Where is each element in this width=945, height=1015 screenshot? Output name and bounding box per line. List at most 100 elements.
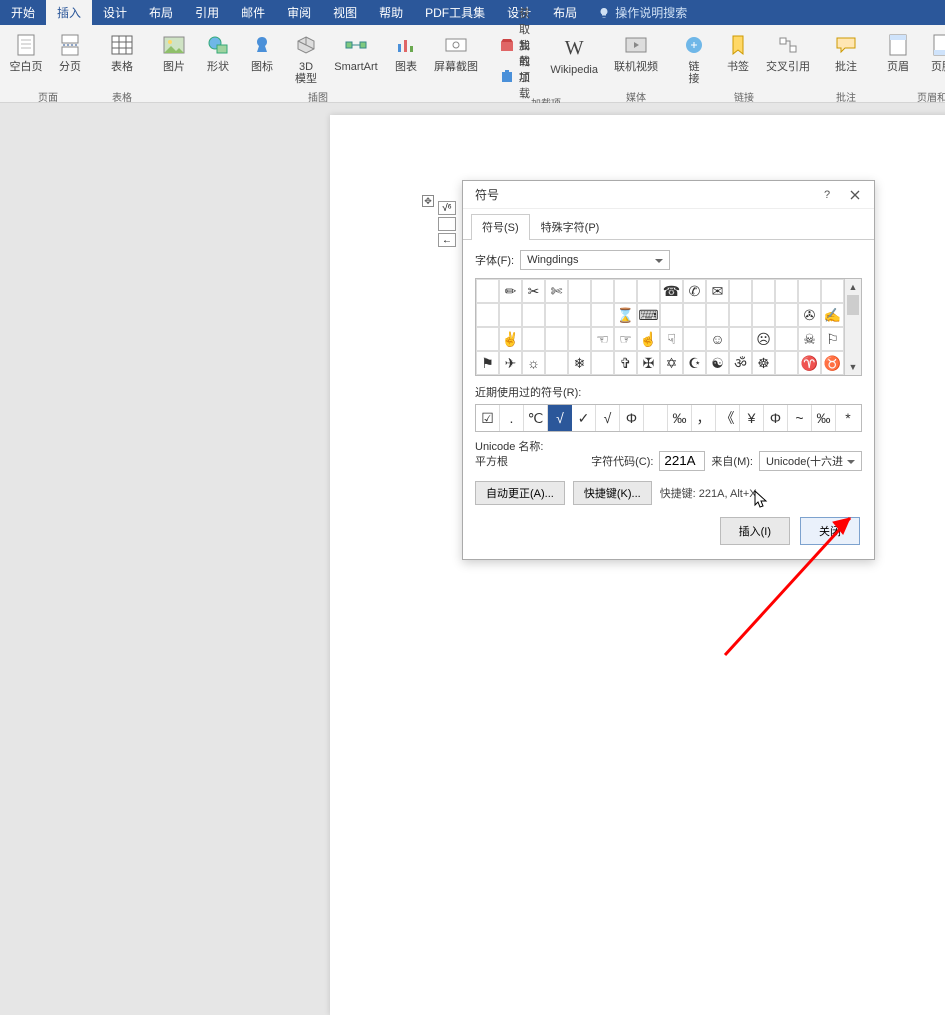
page-break-button[interactable]: 分页: [50, 29, 90, 87]
recent-symbol-cell[interactable]: [644, 405, 668, 431]
symbol-cell[interactable]: [775, 351, 798, 375]
symbol-cell[interactable]: [706, 303, 729, 327]
symbol-cell[interactable]: [729, 327, 752, 351]
symbol-cell[interactable]: ✄: [545, 279, 568, 303]
symbol-cell[interactable]: [821, 279, 844, 303]
symbol-cell[interactable]: [775, 303, 798, 327]
shortcut-key-button[interactable]: 快捷键(K)...: [573, 481, 652, 505]
symbol-cell[interactable]: ✂: [522, 279, 545, 303]
scroll-up-icon[interactable]: ▲: [845, 279, 861, 295]
symbol-cell[interactable]: ☟: [660, 327, 683, 351]
symbol-cell[interactable]: ✇: [798, 303, 821, 327]
symbol-cell[interactable]: [729, 303, 752, 327]
tab-mail[interactable]: 邮件: [230, 0, 276, 25]
symbol-cell[interactable]: [591, 351, 614, 375]
symbol-cell[interactable]: [752, 279, 775, 303]
recent-symbol-cell[interactable]: ✓: [572, 405, 596, 431]
font-select[interactable]: Wingdings: [520, 250, 670, 270]
recent-symbol-cell[interactable]: Φ: [764, 405, 788, 431]
symbol-cell[interactable]: [729, 279, 752, 303]
3d-model-button[interactable]: 3D 模型: [286, 29, 326, 87]
screenshot-button[interactable]: 屏幕截图: [430, 29, 482, 87]
symbol-cell[interactable]: [522, 303, 545, 327]
symbol-cell[interactable]: ⌛: [614, 303, 637, 327]
symbol-cell[interactable]: ✡: [660, 351, 683, 375]
from-select[interactable]: Unicode(十六进: [759, 451, 862, 471]
symbol-cell[interactable]: [499, 303, 522, 327]
symbol-cell[interactable]: ॐ: [729, 351, 752, 375]
tab-pdf[interactable]: PDF工具集: [414, 0, 496, 25]
charcode-input[interactable]: [659, 451, 705, 471]
symbol-cell[interactable]: [591, 279, 614, 303]
symbol-cell[interactable]: [660, 303, 683, 327]
tab-insert[interactable]: 插入: [46, 0, 92, 25]
symbol-cell[interactable]: [545, 351, 568, 375]
recent-symbol-cell[interactable]: ，: [692, 405, 716, 431]
symbol-cell[interactable]: ⚑: [476, 351, 499, 375]
recent-symbol-cell[interactable]: *: [836, 405, 860, 431]
blank-page-button[interactable]: 空白页: [6, 29, 46, 87]
scroll-down-icon[interactable]: ▼: [845, 359, 861, 375]
header-button[interactable]: 页眉: [878, 29, 918, 87]
symbol-cell[interactable]: [752, 303, 775, 327]
autocorrect-button[interactable]: 自动更正(A)...: [475, 481, 565, 505]
symbol-cell[interactable]: [476, 303, 499, 327]
my-addins-button[interactable]: 我的加载项: [494, 61, 546, 93]
recent-symbol-cell[interactable]: .: [500, 405, 524, 431]
table-cell[interactable]: ←: [438, 233, 456, 247]
link-button[interactable]: 链 接: [674, 29, 714, 87]
tab-references[interactable]: 引用: [184, 0, 230, 25]
symbol-cell[interactable]: [798, 279, 821, 303]
symbol-cell[interactable]: [545, 327, 568, 351]
symbol-cell[interactable]: ☯: [706, 351, 729, 375]
tab-help[interactable]: 帮助: [368, 0, 414, 25]
symbol-cell[interactable]: [476, 279, 499, 303]
symbol-cell[interactable]: [775, 279, 798, 303]
table-cell[interactable]: √⁶: [438, 201, 456, 215]
recent-symbol-cell[interactable]: ‰: [668, 405, 692, 431]
dialog-close-button[interactable]: [842, 184, 868, 206]
symbol-cell[interactable]: [545, 303, 568, 327]
symbol-cell[interactable]: ✉: [706, 279, 729, 303]
wikipedia-button[interactable]: W Wikipedia: [550, 32, 598, 90]
symbol-cell[interactable]: [614, 279, 637, 303]
symbol-cell[interactable]: ♉: [821, 351, 844, 375]
symbol-cell[interactable]: ✈: [499, 351, 522, 375]
document-table[interactable]: √⁶ ←: [436, 199, 458, 249]
symbol-cell[interactable]: ✆: [683, 279, 706, 303]
recent-symbol-cell[interactable]: ~: [788, 405, 812, 431]
symbol-cell[interactable]: [476, 327, 499, 351]
table-button[interactable]: 表格: [102, 29, 142, 87]
symbol-cell[interactable]: ✞: [614, 351, 637, 375]
picture-button[interactable]: 图片: [154, 29, 194, 87]
tab-review[interactable]: 审阅: [276, 0, 322, 25]
symbol-cell[interactable]: ☪: [683, 351, 706, 375]
symbol-cell[interactable]: [637, 279, 660, 303]
symbol-cell[interactable]: ⌨: [637, 303, 660, 327]
recent-symbol-cell[interactable]: ☑: [476, 405, 500, 431]
symbol-cell[interactable]: ☼: [522, 351, 545, 375]
dialog-help-button[interactable]: ?: [814, 184, 840, 206]
symbol-cell[interactable]: [683, 327, 706, 351]
tab-special-chars[interactable]: 特殊字符(P): [530, 214, 611, 240]
symbol-cell[interactable]: [775, 327, 798, 351]
tab-symbols[interactable]: 符号(S): [471, 214, 530, 240]
symbol-cell[interactable]: ☝: [637, 327, 660, 351]
dialog-titlebar[interactable]: 符号 ?: [463, 181, 874, 209]
symbol-cell[interactable]: [568, 279, 591, 303]
icons-button[interactable]: 图标: [242, 29, 282, 87]
symbol-cell[interactable]: ⚐: [821, 327, 844, 351]
online-video-button[interactable]: 联机视频: [610, 29, 662, 87]
symbol-cell[interactable]: ✌: [499, 327, 522, 351]
tab-design[interactable]: 设计: [92, 0, 138, 25]
shapes-button[interactable]: 形状: [198, 29, 238, 87]
symbol-cell[interactable]: [568, 303, 591, 327]
comment-button[interactable]: 批注: [826, 29, 866, 87]
tab-layout[interactable]: 布局: [138, 0, 184, 25]
tab-table-layout[interactable]: 布局: [542, 0, 588, 25]
tab-view[interactable]: 视图: [322, 0, 368, 25]
symbol-cell[interactable]: [591, 303, 614, 327]
tab-home[interactable]: 开始: [0, 0, 46, 25]
symbol-cell[interactable]: ❄: [568, 351, 591, 375]
symbol-cell[interactable]: ♈: [798, 351, 821, 375]
